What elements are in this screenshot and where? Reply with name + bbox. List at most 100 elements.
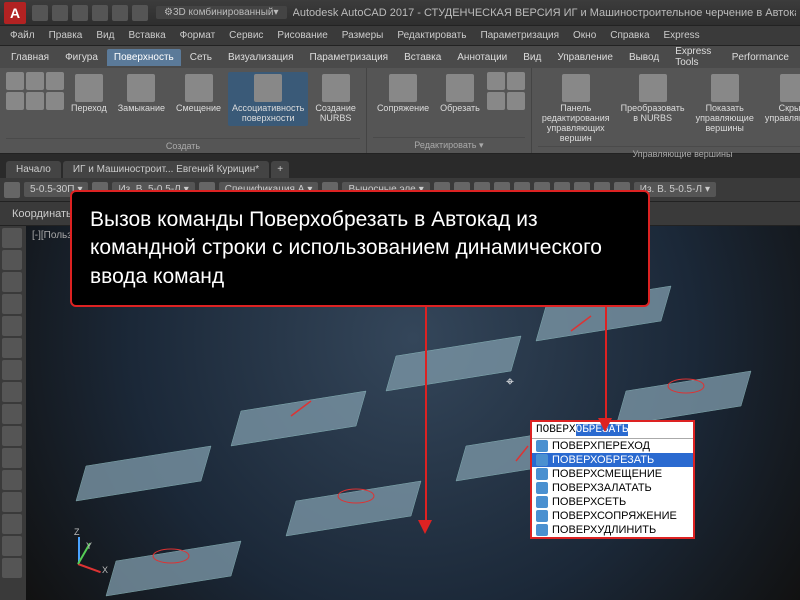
ribbon-icon[interactable] — [6, 72, 24, 90]
tab-view[interactable]: Вид — [516, 49, 548, 66]
tool-icon[interactable] — [2, 514, 22, 534]
menu-window[interactable]: Окно — [567, 28, 602, 43]
command-input[interactable]: ПОВЕРХОБРЕЗАТЬ — [532, 422, 693, 439]
app-logo[interactable]: A — [4, 2, 26, 24]
convert-nurbs-button[interactable]: Преобразовать в NURBS — [617, 72, 689, 126]
svg-text:⌖: ⌖ — [506, 373, 514, 389]
qat-icon[interactable] — [92, 5, 108, 21]
doctab-home[interactable]: Начало — [6, 161, 61, 178]
ribbon-icon[interactable] — [507, 72, 525, 90]
show-icon — [711, 74, 739, 102]
ribbon: Переход Замыкание Смещение Ассоциативнос… — [0, 68, 800, 154]
tool-icon[interactable] — [2, 250, 22, 270]
menu-draw[interactable]: Рисование — [271, 28, 333, 43]
tab-param[interactable]: Параметризация — [303, 49, 396, 66]
annotation-arrowhead — [598, 418, 612, 432]
prop-icon[interactable] — [4, 182, 20, 198]
cmd-option[interactable]: ПОВЕРХПЕРЕХОД — [532, 439, 693, 453]
cmd-option[interactable]: ПОВЕРХСОПРЯЖЕНИЕ — [532, 509, 693, 523]
cmd-option[interactable]: ПОВЕРХЗАЛАТАТЬ — [532, 481, 693, 495]
cmd-option[interactable]: ПОВЕРХСМЕЩЕНИЕ — [532, 467, 693, 481]
tool-icon[interactable] — [2, 228, 22, 248]
tool-icon[interactable] — [2, 492, 22, 512]
nurbs-button[interactable]: Создание NURBS — [311, 72, 360, 126]
tool-icon[interactable] — [2, 470, 22, 490]
tool-icon[interactable] — [2, 404, 22, 424]
menu-modify[interactable]: Редактировать — [391, 28, 472, 43]
tab-manage[interactable]: Управление — [550, 49, 620, 66]
hide-cv-button[interactable]: Скрыть управляющие — [761, 72, 800, 126]
transition-button[interactable]: Переход — [67, 72, 111, 116]
tool-icon[interactable] — [2, 294, 22, 314]
qat-icon[interactable] — [72, 5, 88, 21]
annotation-arrow — [605, 292, 607, 422]
ribbon-icon[interactable] — [6, 92, 24, 110]
doctab-drawing[interactable]: ИГ и Машиностроит... Евгений Курицин* — [63, 161, 269, 178]
tab-home[interactable]: Главная — [4, 49, 56, 66]
fillet-icon — [389, 74, 417, 102]
cmd-option[interactable]: ПОВЕРХУДЛИНИТЬ — [532, 523, 693, 537]
doctab-new[interactable]: + — [271, 161, 289, 178]
create-small-icons — [6, 72, 64, 110]
ribbon-icon[interactable] — [46, 72, 64, 90]
annotation-arrow — [425, 292, 427, 525]
tab-solid[interactable]: Фигура — [58, 49, 105, 66]
menu-file[interactable]: Файл — [4, 28, 41, 43]
menu-edit[interactable]: Правка — [43, 28, 89, 43]
tab-perf[interactable]: Performance — [725, 49, 796, 66]
menu-express[interactable]: Express — [658, 28, 706, 43]
menu-tools[interactable]: Сервис — [223, 28, 269, 43]
menu-insert[interactable]: Вставка — [122, 28, 171, 43]
menu-format[interactable]: Формат — [174, 28, 222, 43]
panel-edit: Сопряжение Обрезать Редактировать ▾ — [367, 68, 532, 153]
ribbon-icon[interactable] — [46, 92, 64, 110]
tool-icon[interactable] — [2, 382, 22, 402]
trim-button[interactable]: Обрезать — [436, 72, 484, 116]
close-button[interactable]: Замыкание — [114, 72, 169, 116]
workspace-selector[interactable]: ⚙ 3D комбинированный ▾ — [156, 6, 287, 19]
tab-surface[interactable]: Поверхность — [107, 49, 181, 66]
offset-icon — [185, 74, 213, 102]
assoc-icon — [254, 74, 282, 102]
tool-icon[interactable] — [2, 272, 22, 292]
qat-icon[interactable] — [132, 5, 148, 21]
tab-annot[interactable]: Аннотации — [450, 49, 514, 66]
cmd-icon — [536, 510, 548, 522]
cv-panel-button[interactable]: Панель редактирования управляющих вершин — [538, 72, 614, 146]
convert-icon — [639, 74, 667, 102]
ribbon-icon[interactable] — [487, 92, 505, 110]
tool-icon[interactable] — [2, 316, 22, 336]
qat-icon[interactable] — [32, 5, 48, 21]
tab-mesh[interactable]: Сеть — [183, 49, 219, 66]
qat-icon[interactable] — [52, 5, 68, 21]
menu-param[interactable]: Параметризация — [474, 28, 565, 43]
ribbon-icon[interactable] — [487, 72, 505, 90]
fillet-button[interactable]: Сопряжение — [373, 72, 433, 116]
tab-insert[interactable]: Вставка — [397, 49, 448, 66]
tab-output[interactable]: Вывод — [622, 49, 666, 66]
cmd-option[interactable]: ПОВЕРХСЕТЬ — [532, 495, 693, 509]
show-cv-button[interactable]: Показать управляющие вершины — [692, 72, 758, 136]
tool-icon[interactable] — [2, 448, 22, 468]
panel-cv: Панель редактирования управляющих вершин… — [532, 68, 800, 153]
menu-dim[interactable]: Размеры — [336, 28, 390, 43]
ribbon-icon[interactable] — [26, 92, 44, 110]
tool-icon[interactable] — [2, 360, 22, 380]
cmd-icon — [536, 454, 548, 466]
offset-button[interactable]: Смещение — [172, 72, 225, 116]
tool-icon[interactable] — [2, 338, 22, 358]
menu-view[interactable]: Вид — [90, 28, 120, 43]
tool-icon[interactable] — [2, 558, 22, 578]
tab-visual[interactable]: Визуализация — [221, 49, 300, 66]
associativity-button[interactable]: Ассоциативность поверхности — [228, 72, 308, 126]
tool-icon[interactable] — [2, 536, 22, 556]
ribbon-icon[interactable] — [26, 72, 44, 90]
menu-help[interactable]: Справка — [604, 28, 655, 43]
tool-icon[interactable] — [2, 426, 22, 446]
cmd-option[interactable]: ПОВЕРХОБРЕЗАТЬ — [532, 453, 693, 467]
ribbon-icon[interactable] — [507, 92, 525, 110]
panel-name: Создать — [6, 138, 360, 151]
qat-icon[interactable] — [112, 5, 128, 21]
tab-express[interactable]: Express Tools — [668, 43, 723, 71]
ucs-icon[interactable]: ZXY — [56, 537, 104, 585]
